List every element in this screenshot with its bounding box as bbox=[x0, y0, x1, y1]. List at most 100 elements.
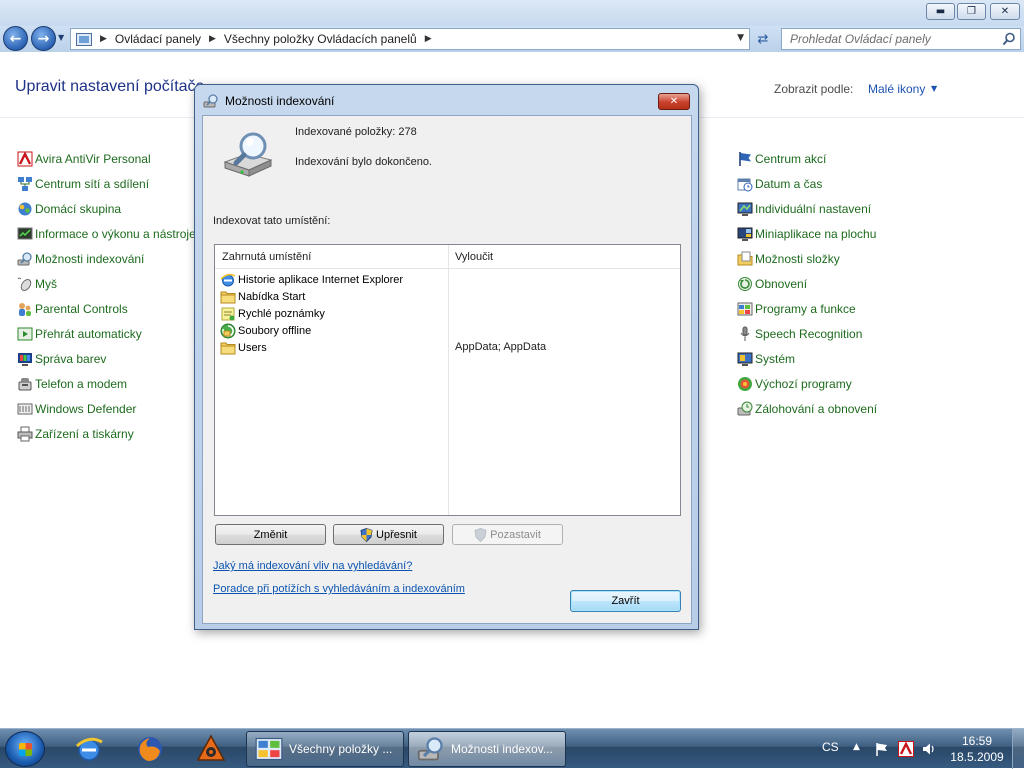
breadcrumb-separator-icon[interactable]: ▶ bbox=[100, 34, 107, 44]
cp-item-folder-options[interactable]: Možnosti složky bbox=[737, 246, 877, 271]
cp-item-label: Zálohování a obnovení bbox=[755, 401, 878, 416]
show-desktop-button[interactable] bbox=[1012, 729, 1024, 769]
forward-button[interactable]: → bbox=[31, 26, 56, 51]
column-header-exclude[interactable]: Vyloučit bbox=[455, 251, 493, 263]
system-icon bbox=[737, 352, 753, 366]
location-name: Rychlé poznámky bbox=[238, 307, 325, 320]
firefox-icon[interactable] bbox=[134, 733, 166, 765]
column-header-included[interactable]: Zahrnutá umístění bbox=[222, 251, 311, 263]
cp-item-label: Programy a funkce bbox=[755, 301, 856, 316]
cp-item-action-center-flag[interactable]: Centrum akcí bbox=[737, 146, 877, 171]
close-icon: ✕ bbox=[1000, 5, 1010, 17]
location-row[interactable]: Soubory offline bbox=[220, 322, 311, 339]
close-button-label: Zavřít bbox=[611, 595, 640, 607]
location-name: Users bbox=[238, 341, 267, 354]
indexing-options-dialog: Možnosti indexování ✕ Indexované položky… bbox=[194, 84, 699, 630]
cp-item-backup[interactable]: Zálohování a obnovení bbox=[737, 396, 877, 421]
cp-item-avira[interactable]: Avira AntiVir Personal bbox=[17, 146, 196, 171]
cp-item-clock[interactable]: Datum a čas bbox=[737, 171, 877, 196]
language-indicator[interactable]: CS bbox=[822, 740, 839, 754]
taskbar-button-label: Možnosti indexov... bbox=[451, 742, 553, 756]
taskbar-button-control-panel[interactable]: Všechny položky ... bbox=[246, 731, 404, 767]
control-panel-icon bbox=[255, 737, 283, 761]
refresh-icon: ⇄ bbox=[757, 31, 769, 47]
cp-item-default-programs[interactable]: Výchozí programy bbox=[737, 371, 877, 396]
location-row[interactable]: Nabídka Start bbox=[220, 288, 305, 305]
show-hidden-icons-icon[interactable]: ▲ bbox=[853, 742, 860, 752]
minimize-button[interactable]: ▬ bbox=[926, 3, 955, 20]
cp-item-label: Zařízení a tiskárny bbox=[35, 426, 134, 441]
programs-icon bbox=[737, 302, 753, 315]
location-name: Soubory offline bbox=[238, 324, 312, 337]
cp-item-performance[interactable]: Informace o výkonu a nástroje bbox=[17, 221, 196, 246]
view-by-dropdown[interactable]: Malé ikony bbox=[868, 82, 925, 96]
refresh-button[interactable]: ⇄ bbox=[752, 30, 774, 48]
cp-item-label: Avira AntiVir Personal bbox=[35, 151, 151, 166]
cp-item-indexing[interactable]: Možnosti indexování bbox=[17, 246, 196, 271]
cp-item-color-management[interactable]: Správa barev bbox=[17, 346, 196, 371]
back-button[interactable]: ← bbox=[3, 26, 28, 51]
cp-item-recovery[interactable]: Obnovení bbox=[737, 271, 877, 296]
change-button-label: Změnit bbox=[253, 528, 288, 541]
change-button[interactable]: Změnit bbox=[215, 524, 326, 545]
cp-item-programs[interactable]: Programy a funkce bbox=[737, 296, 877, 321]
taskbar-button-indexing-options[interactable]: Možnosti indexov... bbox=[408, 731, 566, 767]
address-bar[interactable]: ▶ Ovládací panely ▶ Všechny položky Ovlá… bbox=[70, 28, 750, 50]
control-panel-column-3: Centrum akcí Datum a čas Individuální nast… bbox=[737, 146, 877, 421]
dialog-close-button[interactable]: ✕ bbox=[658, 93, 690, 110]
index-locations-list[interactable]: Zahrnutá umístění Vyloučit Historie apli… bbox=[214, 244, 681, 516]
cp-item-parental-controls[interactable]: Parental Controls bbox=[17, 296, 196, 321]
close-window-button[interactable]: ✕ bbox=[990, 3, 1020, 20]
location-row[interactable]: Users bbox=[220, 339, 267, 356]
clock-date[interactable]: 18.5.2009 bbox=[948, 750, 1006, 764]
cp-item-label: Individuální nastavení bbox=[755, 201, 872, 216]
volume-icon[interactable] bbox=[921, 741, 937, 757]
cp-item-homegroup[interactable]: Domácí skupina bbox=[17, 196, 196, 221]
breadcrumb-control-panel[interactable]: Ovládací panely bbox=[115, 32, 201, 46]
advanced-button[interactable]: Upřesnit bbox=[333, 524, 444, 545]
breadcrumb-separator-icon[interactable]: ▶ bbox=[209, 34, 216, 44]
phone-modem-icon bbox=[18, 377, 32, 390]
cp-item-printer[interactable]: Zařízení a tiskárny bbox=[17, 421, 196, 446]
avira-tray-icon[interactable] bbox=[898, 741, 914, 757]
start-button[interactable] bbox=[5, 731, 45, 767]
search-input[interactable]: Prohledat Ovládací panely bbox=[781, 28, 1021, 50]
troubleshoot-link[interactable]: Poradce při potížích s vyhledáváním a in… bbox=[213, 583, 465, 595]
indexing-impact-link[interactable]: Jaký má indexování vliv na vyhledávání? bbox=[213, 560, 412, 572]
cp-item-defender[interactable]: Windows Defender bbox=[17, 396, 196, 421]
cp-item-microphone[interactable]: Speech Recognition bbox=[737, 321, 877, 346]
pinned-app-icon[interactable] bbox=[195, 733, 227, 765]
advanced-button-label: Upřesnit bbox=[376, 528, 417, 541]
cp-item-phone-modem[interactable]: Telefon a modem bbox=[17, 371, 196, 396]
action-center-flag-icon bbox=[739, 151, 751, 166]
location-row[interactable]: Historie aplikace Internet Explorer bbox=[220, 271, 403, 288]
chevron-down-icon[interactable]: ▼ bbox=[931, 84, 937, 93]
cp-item-network[interactable]: Centrum sítí a sdílení bbox=[17, 171, 196, 196]
search-icon[interactable] bbox=[1002, 32, 1016, 46]
pause-button: Pozastavit bbox=[452, 524, 563, 545]
cp-item-gadgets[interactable]: Miniaplikace na plochu bbox=[737, 221, 877, 246]
autoplay-icon bbox=[17, 327, 33, 340]
cp-item-autoplay[interactable]: Přehrát automaticky bbox=[17, 321, 196, 346]
internet-explorer-icon[interactable] bbox=[73, 733, 105, 765]
minimize-icon: ▬ bbox=[935, 5, 946, 17]
indexed-items-count: Indexované položky: 278 bbox=[295, 126, 417, 138]
recent-pages-dropdown[interactable]: ▼ bbox=[58, 33, 64, 42]
address-dropdown-icon[interactable]: ▼ bbox=[737, 33, 744, 43]
cp-item-label: Systém bbox=[755, 351, 796, 366]
clock-time[interactable]: 16:59 bbox=[948, 734, 1006, 748]
cp-item-personalization[interactable]: Individuální nastavení bbox=[737, 196, 877, 221]
close-button[interactable]: Zavřít bbox=[570, 590, 681, 612]
cp-item-system[interactable]: Systém bbox=[737, 346, 877, 371]
indexing-icon bbox=[417, 737, 443, 761]
uac-shield-icon bbox=[360, 527, 373, 542]
action-center-flag-icon[interactable] bbox=[874, 741, 890, 757]
location-row[interactable]: Rychlé poznámky bbox=[220, 305, 325, 322]
breadcrumb-separator-icon[interactable]: ▶ bbox=[425, 34, 432, 44]
cp-item-mouse[interactable]: Myš bbox=[17, 271, 196, 296]
window-titlebar: ▬ ❐ ✕ bbox=[0, 0, 1024, 26]
default-programs-icon bbox=[738, 376, 752, 391]
cp-item-label: Parental Controls bbox=[35, 301, 128, 316]
breadcrumb-all-items[interactable]: Všechny položky Ovládacích panelů bbox=[224, 32, 417, 46]
maximize-button[interactable]: ❐ bbox=[957, 3, 986, 20]
